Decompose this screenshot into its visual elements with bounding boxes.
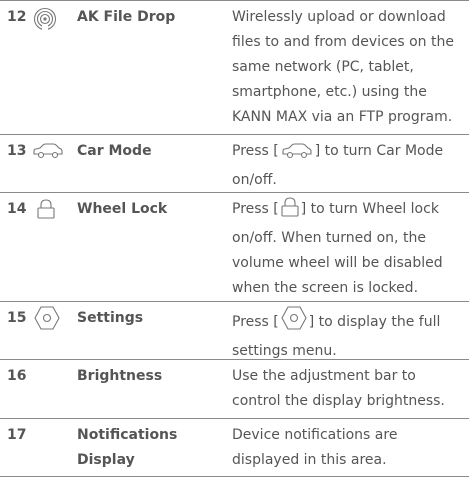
feature-name: Brightness [77,368,163,384]
feature-name: Notifications Display [77,427,178,468]
wireless-signal-icon [33,7,57,35]
row-number: 12 [7,9,27,25]
description-prefix: Press [ [232,314,279,330]
feature-name: AK File Drop [77,9,176,25]
car-icon [281,143,313,168]
settings-hexagon-icon [34,306,60,334]
feature-description: Press [] to display the full settings me… [232,306,468,364]
feature-name: Settings [77,310,144,326]
row-number: 14 [7,201,27,217]
feature-name: Wheel Lock [77,201,168,217]
feature-description: Press [] to turn Car Mode on/off. [232,139,468,193]
table-divider [0,476,469,477]
row-number: 15 [7,310,27,326]
car-icon [32,143,64,163]
table-divider [0,134,469,135]
feature-table: 12 AK File Drop Wirelessly upload or dow… [0,0,471,500]
feature-description: Device notifications are displayed in th… [232,427,398,468]
table-divider [0,418,469,419]
lock-icon [37,199,55,223]
row-number: 17 [7,427,27,443]
row-number: 16 [7,368,27,384]
feature-name: Car Mode [77,143,152,159]
lock-icon [281,197,299,226]
description-prefix: Press [ [232,143,279,159]
table-divider [0,0,469,1]
table-divider [0,301,469,302]
feature-description: Wirelessly upload or download files to a… [232,9,454,125]
table-divider [0,192,469,193]
feature-description: Use the adjustment bar to control the di… [232,368,445,409]
feature-description: Press [] to turn Wheel lock on/off. When… [232,197,468,301]
description-prefix: Press [ [232,201,279,217]
row-number: 13 [7,143,27,159]
settings-hexagon-icon [281,306,307,339]
table-divider [0,359,469,360]
